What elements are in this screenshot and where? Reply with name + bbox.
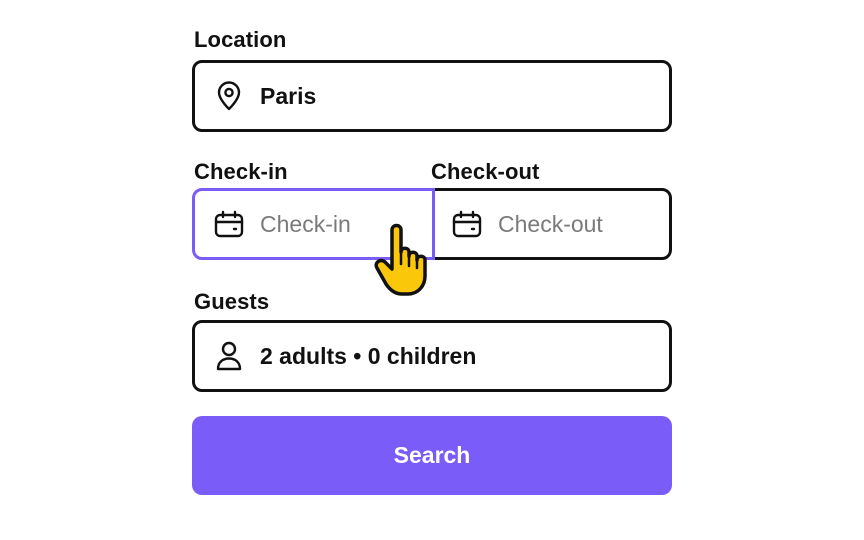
- calendar-icon: [452, 209, 482, 239]
- guests-block: Guests 2 adults • 0 children: [192, 288, 672, 392]
- guests-field[interactable]: 2 adults • 0 children: [192, 320, 672, 392]
- hand-pointer-icon: [372, 218, 436, 298]
- checkout-label: Check-out: [431, 159, 540, 184]
- search-button[interactable]: Search: [192, 416, 672, 495]
- checkout-field[interactable]: Check-out: [430, 188, 672, 260]
- location-value: Paris: [260, 82, 317, 109]
- guests-value: 2 adults • 0 children: [260, 342, 477, 369]
- checkout-placeholder: Check-out: [498, 210, 603, 237]
- location-label: Location: [194, 27, 287, 52]
- checkin-label: Check-in: [194, 159, 288, 184]
- person-icon: [214, 341, 244, 371]
- checkin-placeholder: Check-in: [260, 210, 351, 237]
- calendar-icon: [214, 209, 244, 239]
- location-field[interactable]: Paris: [192, 60, 672, 132]
- map-pin-icon: [214, 81, 244, 111]
- location-block: Location Paris: [192, 26, 672, 132]
